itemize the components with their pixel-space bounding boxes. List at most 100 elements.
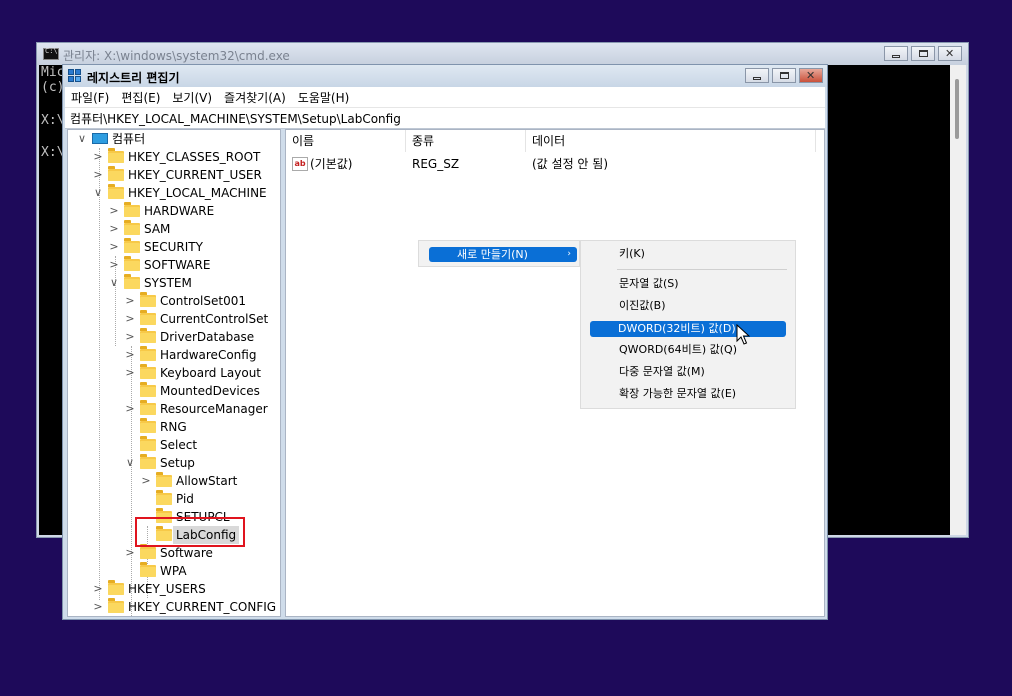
column-header-data[interactable]: 데이터	[526, 130, 816, 152]
value-data: (값 설정 안 됨)	[532, 157, 609, 171]
collapse-chevron-icon[interactable]: ∨	[76, 130, 88, 148]
expand-chevron-icon[interactable]: >	[124, 346, 136, 364]
tree-item-label: 컴퓨터	[112, 132, 146, 146]
tree-item-label: Pid	[176, 492, 194, 506]
cmd-line: Mic	[41, 65, 65, 80]
menu-item-qword-value[interactable]: QWORD(64비트) 값(Q)	[619, 342, 737, 358]
folder-icon	[108, 598, 124, 613]
tree-item-label: RNG	[160, 420, 187, 434]
folder-icon	[156, 490, 172, 505]
expand-chevron-icon[interactable]: >	[108, 238, 120, 256]
tree-item-label: MountedDevices	[160, 384, 260, 398]
folder-icon	[140, 364, 156, 379]
expand-chevron-icon[interactable]: >	[124, 292, 136, 310]
tree-item-label: SECURITY	[144, 240, 203, 254]
tree-item-label: Keyboard Layout	[160, 366, 262, 380]
expand-chevron-icon[interactable]: >	[92, 598, 104, 616]
folder-icon	[140, 292, 156, 307]
regedit-title: 레지스트리 편집기	[87, 71, 180, 85]
folder-icon	[140, 346, 156, 361]
menu-favorites[interactable]: 즐겨찾기(A)	[218, 87, 292, 107]
menu-item-key[interactable]: 키(K)	[619, 246, 645, 262]
menu-item-dword-value[interactable]: DWORD(32비트) 값(D)	[590, 321, 786, 337]
tree-item-label: CurrentControlSet	[160, 312, 269, 326]
menu-item-multi-string-value[interactable]: 다중 문자열 값(M)	[619, 364, 705, 380]
menu-bar: 파일(F) 편집(E) 보기(V) 즐겨찾기(A) 도움말(H)	[65, 87, 825, 107]
menu-help[interactable]: 도움말(H)	[292, 87, 356, 107]
expand-chevron-icon[interactable]: >	[108, 220, 120, 238]
folder-icon	[108, 148, 124, 163]
regedit-close-button[interactable]	[799, 68, 823, 83]
tree-item-label: WPA	[160, 564, 187, 578]
regedit-title-bar[interactable]: 레지스트리 편집기	[63, 65, 827, 87]
tree-item-label: HardwareConfig	[160, 348, 257, 362]
folder-icon	[140, 418, 156, 433]
menu-item-string-value[interactable]: 문자열 값(S)	[619, 276, 679, 292]
folder-icon	[124, 238, 140, 253]
menu-item-binary-value[interactable]: 이진값(B)	[619, 298, 666, 314]
chevron-right-icon: ›	[567, 249, 571, 259]
regedit-maximize-button[interactable]	[772, 68, 796, 83]
cmd-maximize-button[interactable]	[911, 46, 935, 61]
column-header-type[interactable]: 종류	[406, 130, 526, 152]
address-bar[interactable]: 컴퓨터\HKEY_LOCAL_MACHINE\SYSTEM\Setup\LabC…	[65, 107, 825, 129]
tree-item-label: HKEY_LOCAL_MACHINE	[128, 186, 267, 200]
highlight-box	[135, 517, 245, 547]
address-path: 컴퓨터\HKEY_LOCAL_MACHINE\SYSTEM\Setup\LabC…	[70, 112, 401, 126]
expand-chevron-icon[interactable]: >	[124, 400, 136, 418]
tree-item-label: Setup	[160, 456, 195, 470]
regedit-minimize-button[interactable]	[745, 68, 769, 83]
tree-item-label: HKEY_CLASSES_ROOT	[128, 150, 261, 164]
tree-item-label: HKEY_USERS	[128, 582, 206, 596]
cmd-title-bar[interactable]: 관리자: X:\windows\system32\cmd.exe	[37, 43, 968, 65]
computer-icon	[92, 133, 108, 144]
tree-item-label: SYSTEM	[144, 276, 192, 290]
expand-chevron-icon[interactable]: >	[140, 472, 152, 490]
cmd-icon	[43, 47, 59, 60]
menu-file[interactable]: 파일(F)	[65, 87, 115, 107]
menu-view[interactable]: 보기(V)	[166, 87, 218, 107]
folder-icon	[140, 454, 156, 469]
mouse-cursor-icon	[736, 324, 750, 345]
folder-icon	[140, 382, 156, 397]
expand-chevron-icon[interactable]: >	[108, 202, 120, 220]
tree-item-label: HARDWARE	[144, 204, 215, 218]
column-header-name[interactable]: 이름	[286, 130, 406, 152]
tree-item-label: HKEY_CURRENT_USER	[128, 168, 262, 182]
tree-item-label: DriverDatabase	[160, 330, 255, 344]
folder-icon	[140, 562, 156, 577]
value-type: REG_SZ	[412, 157, 460, 171]
expand-chevron-icon[interactable]: >	[124, 310, 136, 328]
tree-item-label: SAM	[144, 222, 171, 236]
folder-icon	[140, 328, 156, 343]
cmd-line: X:\	[41, 145, 65, 160]
collapse-chevron-icon[interactable]: ∨	[92, 184, 104, 202]
expand-chevron-icon[interactable]: >	[92, 166, 104, 184]
expand-chevron-icon[interactable]: >	[92, 148, 104, 166]
expand-chevron-icon[interactable]: >	[124, 328, 136, 346]
folder-icon	[140, 544, 156, 559]
context-menu: 새로 만들기(N) ›	[418, 240, 580, 267]
tree-item-label: AllowStart	[176, 474, 238, 488]
folder-icon	[108, 166, 124, 181]
expand-chevron-icon[interactable]: >	[124, 364, 136, 382]
folder-icon	[140, 310, 156, 325]
cmd-minimize-button[interactable]	[884, 46, 908, 61]
cmd-line: X:\	[41, 113, 65, 128]
value-name[interactable]: (기본값)	[310, 154, 352, 174]
menu-edit[interactable]: 편집(E)	[115, 87, 166, 107]
menu-separator	[617, 269, 787, 270]
collapse-chevron-icon[interactable]: ∨	[124, 454, 136, 472]
cmd-scroll-thumb[interactable]	[955, 79, 959, 139]
collapse-chevron-icon[interactable]: ∨	[108, 274, 120, 292]
cmd-title: 관리자: X:\windows\system32\cmd.exe	[63, 49, 290, 63]
expand-chevron-icon[interactable]: >	[108, 256, 120, 274]
tree-item-label: SOFTWARE	[144, 258, 211, 272]
cmd-close-button[interactable]	[938, 46, 962, 61]
tree-item-label: ResourceManager	[160, 402, 268, 416]
folder-icon	[124, 220, 140, 235]
menu-item-expandable-string-value[interactable]: 확장 가능한 문자열 값(E)	[619, 386, 736, 402]
menu-item-new[interactable]: 새로 만들기(N) ›	[429, 247, 577, 262]
cmd-scrollbar[interactable]	[950, 65, 966, 535]
expand-chevron-icon[interactable]: >	[92, 580, 104, 598]
